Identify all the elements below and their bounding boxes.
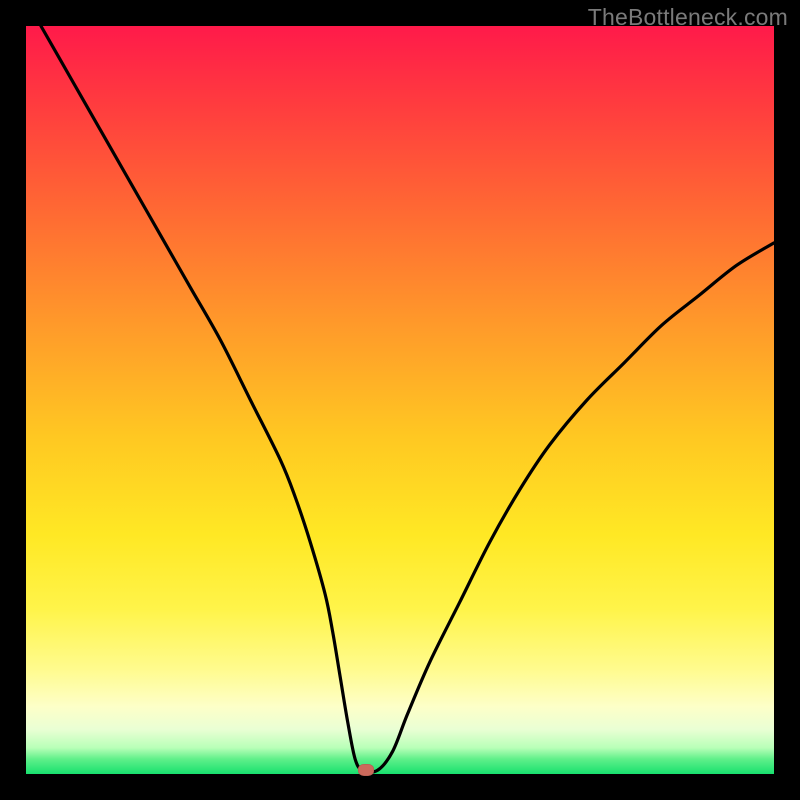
chart-frame: TheBottleneck.com — [0, 0, 800, 800]
optimal-point-marker — [358, 764, 374, 776]
bottleneck-curve — [26, 26, 774, 774]
watermark-text: TheBottleneck.com — [588, 4, 788, 31]
plot-area — [26, 26, 774, 774]
